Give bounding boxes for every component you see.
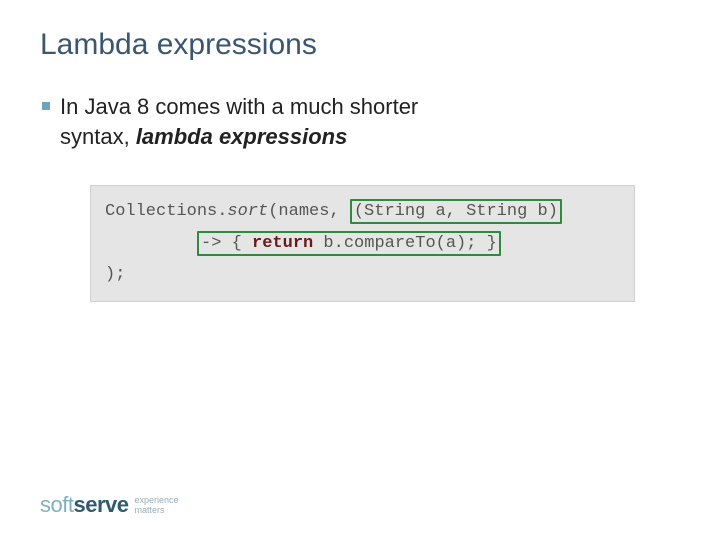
- logo-word: softserve: [40, 492, 128, 518]
- logo-soft: soft: [40, 492, 73, 517]
- lambda-body-highlight: -> { return b.compareTo(a); }: [197, 231, 501, 256]
- code-seg: -> {: [201, 234, 252, 253]
- bullet-text: In Java 8 comes with a much shorter synt…: [60, 92, 480, 151]
- code-line-2: -> { return b.compareTo(a); }: [105, 228, 620, 259]
- code-seg: (names,: [268, 202, 350, 221]
- bullet-emphasis: lambda expressions: [136, 124, 348, 149]
- logo-serve: serve: [73, 492, 128, 517]
- bullet-marker-icon: [42, 102, 50, 110]
- slide-title: Lambda expressions: [40, 28, 680, 62]
- code-block: Collections.sort(names, (String a, Strin…: [90, 185, 635, 301]
- code-seg-sort: sort: [227, 202, 268, 221]
- code-line-1: Collections.sort(names, (String a, Strin…: [105, 196, 620, 227]
- code-seg: Collections.: [105, 202, 227, 221]
- footer-logo: softserve experience matters: [40, 492, 179, 518]
- code-line-3: );: [105, 259, 620, 290]
- tagline-line-2: matters: [134, 506, 178, 516]
- code-keyword-return: return: [252, 234, 313, 253]
- bullet-item: In Java 8 comes with a much shorter synt…: [40, 92, 680, 151]
- code-seg: b.compareTo(a); }: [313, 234, 497, 253]
- lambda-params-highlight: (String a, String b): [350, 199, 562, 224]
- logo-tagline: experience matters: [134, 496, 178, 516]
